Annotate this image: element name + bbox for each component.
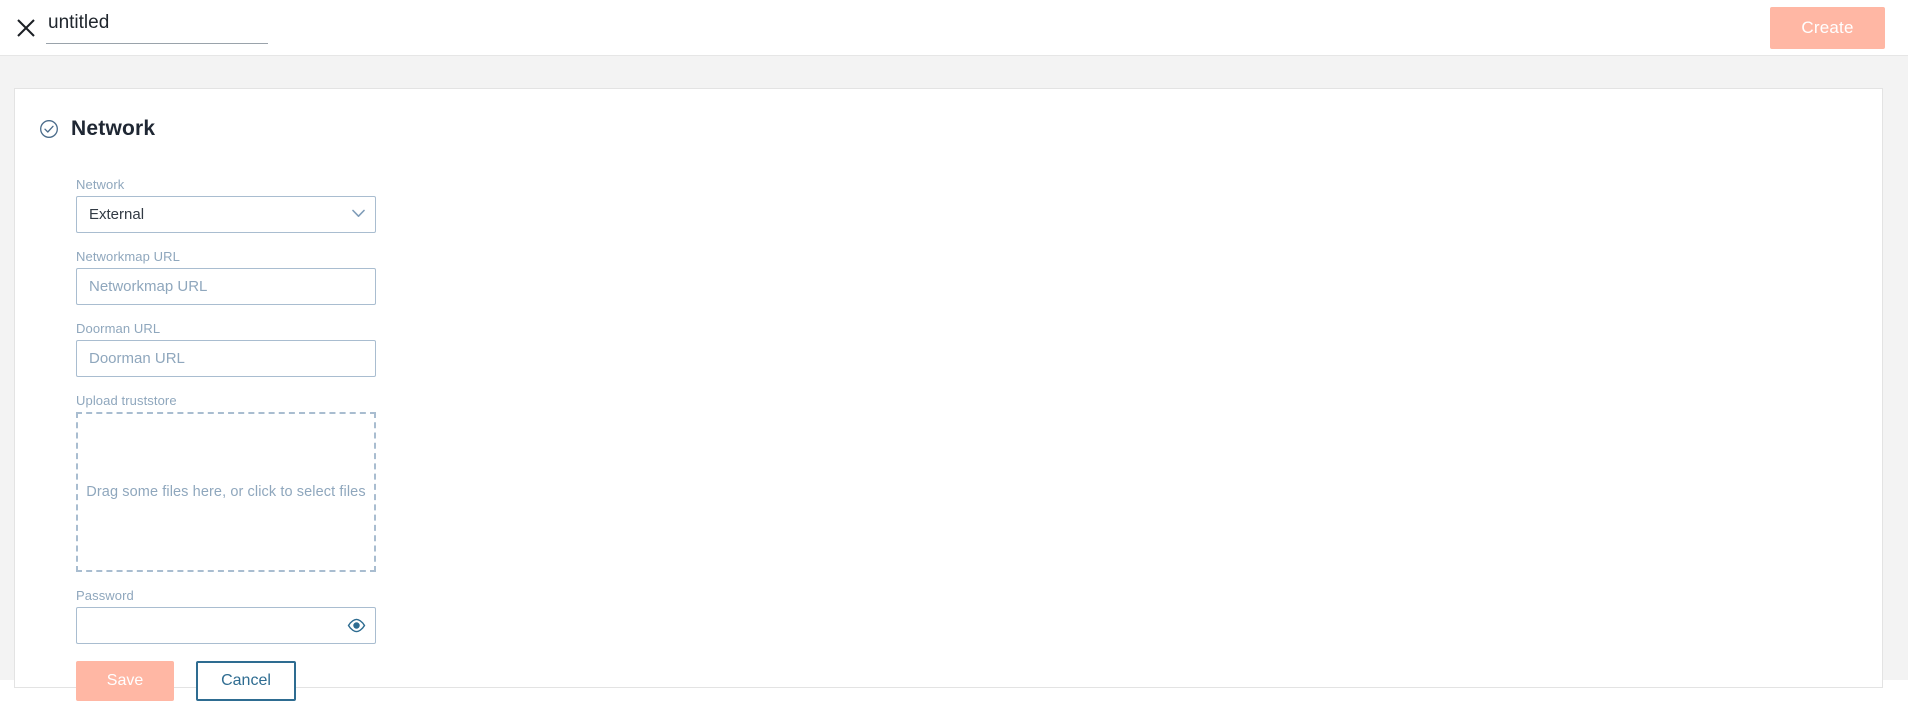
close-icon[interactable]: [10, 12, 42, 44]
field-label-password: Password: [76, 588, 134, 603]
create-button[interactable]: Create: [1770, 7, 1885, 49]
password-wrapper: [76, 607, 376, 644]
section-header: Network: [39, 117, 155, 141]
field-label-network: Network: [76, 177, 125, 192]
truststore-dropzone[interactable]: Drag some files here, or click to select…: [76, 412, 376, 572]
password-input[interactable]: [76, 607, 376, 644]
page-background: Network Network External Networkmap URL …: [0, 56, 1908, 701]
top-bar: Create: [0, 0, 1908, 56]
field-network: Network External: [76, 177, 376, 233]
document-title-input[interactable]: [46, 6, 268, 44]
networkmap-url-input[interactable]: [76, 268, 376, 305]
save-button[interactable]: Save: [76, 661, 174, 701]
network-form: Network External Networkmap URL Networkm…: [76, 177, 376, 660]
network-select-wrapper: External: [76, 196, 376, 233]
check-circle-icon: [39, 119, 59, 139]
field-label-doorman-url: Doorman URL: [76, 321, 161, 336]
field-doorman-url: Doorman URL: [76, 321, 376, 377]
dropzone-instruction-text: Drag some files here, or click to select…: [86, 484, 366, 500]
network-select-value: External: [89, 206, 145, 223]
network-config-card: Network Network External Networkmap URL …: [14, 88, 1883, 701]
field-upload-truststore: Upload truststore Drag some files here, …: [76, 393, 376, 572]
field-networkmap-url: Networkmap URL: [76, 249, 376, 305]
field-label-upload-truststore: Upload truststore: [76, 393, 177, 408]
network-select[interactable]: External: [76, 196, 376, 233]
field-label-networkmap-url: Networkmap URL: [76, 249, 180, 264]
field-password: Password: [76, 588, 376, 644]
doorman-url-input[interactable]: [76, 340, 376, 377]
cancel-button[interactable]: Cancel: [196, 661, 296, 701]
section-title: Network: [71, 117, 156, 140]
form-actions: Save Cancel: [76, 661, 296, 701]
